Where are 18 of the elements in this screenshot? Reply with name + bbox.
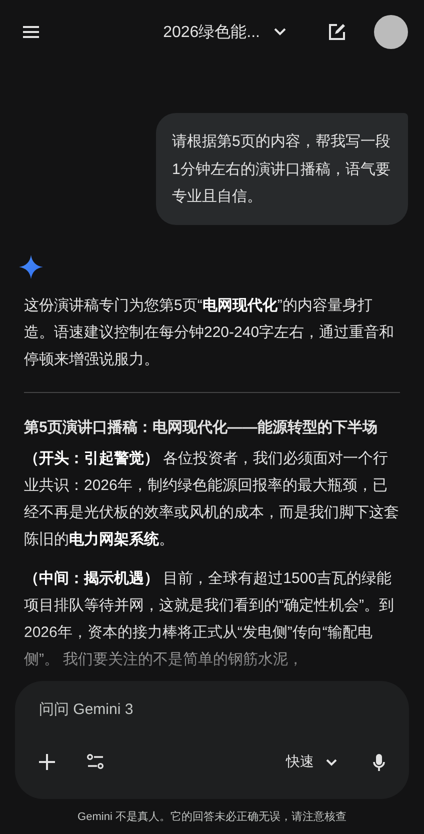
response-intro: 这份演讲稿专门为您第5页“电网现代化”的内容量身打造。语速建议控制在每分钟220-240字左右，通过重音和停顿来增强说服力。	[24, 296, 396, 370]
avatar[interactable]	[374, 15, 408, 49]
disclaimer-text: Gemini 不是真人。它的回答未必正确无误，请注意核查	[76, 810, 348, 825]
sparkle-icon	[19, 254, 43, 278]
edit-icon[interactable]	[328, 23, 346, 41]
sliders-icon[interactable]	[87, 754, 104, 770]
caret-icon[interactable]	[274, 28, 286, 36]
microphone-icon[interactable]	[373, 754, 385, 770]
chat-title[interactable]: 2026绿色能...	[163, 22, 260, 42]
menu-icon[interactable]	[23, 26, 39, 38]
section-heading: 第5页演讲口播稿：电网现代化——能源转型的下半场	[24, 418, 378, 438]
response-paragraph: （开头：引起警觉） 各位投资者，我们必须面对一个行业共识：2026年，制约绿色能源回报率的最大瓶颈，已经不再是光伏板的效率或风机的成本，而是我们脚下这套陈旧的电力网架系统。	[24, 448, 400, 550]
user-message: 请根据第5页的内容，帮我写一段1分钟左右的演讲口播稿，语气要专业且自信。	[156, 113, 408, 224]
caret-icon[interactable]	[326, 758, 337, 766]
response-paragraph: （中间：揭示机遇） 目前，全球有超过1500吉瓦的绿能项目排队等待并网，这就是我们看到的“确定性机会”。到2026年，资本的接力棒将正式从“发电侧”传向“输配电侧”。 我们要关注的不是简单的钢筋水泥，	[24, 568, 395, 670]
prompt-field[interactable]: 问问 Gemini 3	[39, 701, 385, 718]
mode-selector[interactable]: 快速	[286, 753, 314, 771]
plus-icon[interactable]	[39, 754, 55, 770]
